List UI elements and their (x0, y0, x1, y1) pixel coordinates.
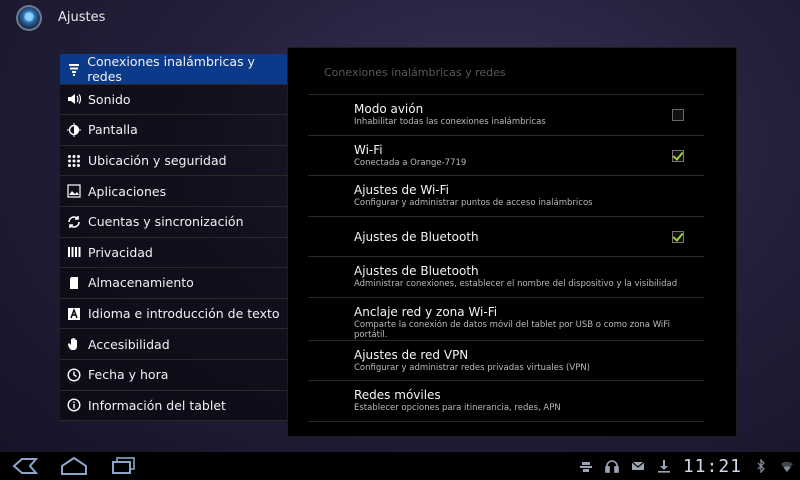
settings-app-icon[interactable] (16, 5, 42, 31)
page-title: Ajustes (58, 10, 106, 25)
sidebar-item-label: Información del tablet (88, 397, 226, 413)
sidebar-item-label: Accesibilidad (88, 336, 170, 352)
row-title: Modo avión (354, 102, 424, 116)
sidebar-item-date-time[interactable]: Fecha y hora (60, 359, 288, 391)
settings-detail-panel: Conexiones inalámbricas y redes Modo avi… (288, 48, 736, 436)
action-bar: Ajustes (0, 0, 800, 38)
list-item-airplane-mode[interactable]: Modo avión Inhabilitar todas las conexio… (308, 95, 704, 136)
sidebar-item-privacy[interactable]: Privacidad (60, 237, 288, 269)
row-title: Ajustes de Bluetooth (354, 229, 479, 244)
row-title: Redes móviles (354, 388, 441, 402)
panel-header: Conexiones inalámbricas y redes (324, 66, 506, 79)
row-subtitle: Comparte la conexión de datos móvil del … (354, 319, 670, 340)
speaker-icon (60, 92, 88, 106)
sidebar-item-storage[interactable]: Almacenamiento (60, 268, 288, 299)
sidebar-item-label: Fecha y hora (88, 367, 169, 383)
list-item-bluetooth[interactable]: Ajustes de Bluetooth (308, 217, 704, 257)
list-item-wifi-settings[interactable]: Ajustes de Wi-Fi Configurar y administra… (308, 176, 704, 217)
sidebar-item-accounts-sync[interactable]: Cuentas y sincronización (60, 206, 288, 238)
sidebar-item-accessibility[interactable]: Accesibilidad (60, 329, 288, 360)
sidebar-item-sound[interactable]: Sonido (60, 84, 288, 116)
sidebar-item-label: Cuentas y sincronización (88, 214, 244, 230)
row-title: Wi-Fi (354, 142, 383, 157)
sidebar-item-label: Idioma e introducción de texto (88, 306, 280, 322)
bluetooth-checkbox[interactable] (672, 230, 684, 243)
hand-icon (60, 337, 88, 351)
list-item-wifi[interactable]: Wi-Fi Conectada a Orange-7719 (308, 136, 704, 176)
list-item-mobile-networks[interactable]: Redes móviles Establecer opciones para i… (308, 381, 704, 422)
sidebar-item-applications[interactable]: Aplicaciones (60, 176, 288, 207)
wifi-signal-icon (780, 459, 794, 473)
sidebar-item-label: Sonido (88, 91, 131, 107)
sidebar-item-label: Ubicación y seguridad (88, 153, 227, 169)
download-icon (657, 459, 671, 473)
sidebar-item-label: Pantalla (88, 122, 138, 138)
list-item-bluetooth-settings[interactable]: Ajustes de Bluetooth Administrar conexio… (308, 257, 704, 298)
back-icon[interactable] (12, 456, 39, 480)
sidebar-item-label: Almacenamiento (88, 275, 194, 291)
settings-list: Modo avión Inhabilitar todas las conexio… (308, 94, 704, 422)
language-icon (60, 307, 88, 321)
row-subtitle: Administrar conexiones, establecer el no… (354, 279, 678, 289)
sidebar-item-wireless[interactable]: Conexiones inalámbricas y redes (60, 54, 288, 85)
brightness-icon (60, 122, 88, 137)
row-subtitle: Configurar y administrar puntos de acces… (354, 198, 593, 208)
sidebar-item-label: Conexiones inalámbricas y redes (87, 53, 255, 84)
list-item-tethering[interactable]: Anclaje red y zona Wi-Fi Comparte la con… (308, 298, 704, 341)
wireless-icon (60, 62, 87, 76)
apps-icon (60, 184, 88, 198)
status-area[interactable]: 11:21 (579, 454, 794, 478)
usb-debug-icon (579, 459, 593, 473)
privacy-icon (60, 245, 88, 259)
sidebar-item-display[interactable]: Pantalla (60, 115, 288, 146)
sidebar-item-label: Aplicaciones (88, 183, 167, 199)
settings-sidebar: Conexiones inalámbricas y redes Sonido P… (60, 54, 288, 422)
row-title: Ajustes de Bluetooth (354, 264, 479, 278)
email-icon (631, 459, 645, 473)
bluetooth-icon (754, 459, 768, 473)
row-subtitle: Inhabilitar todas las conexiones inalámb… (354, 117, 546, 127)
headset-icon (605, 459, 619, 473)
row-title: Anclaje red y zona Wi-Fi (354, 304, 498, 319)
info-icon (60, 398, 88, 412)
status-clock: 11:21 (682, 455, 742, 477)
row-subtitle: Configurar y administrar redes privadas … (354, 362, 590, 373)
row-subtitle: Establecer opciones para itinerancia, re… (354, 403, 561, 413)
row-title: Ajustes de red VPN (354, 347, 469, 362)
sidebar-item-about-tablet[interactable]: Información del tablet (60, 390, 288, 422)
row-title: Ajustes de Wi-Fi (354, 183, 449, 197)
clock-icon (60, 368, 88, 382)
recent-apps-icon[interactable] (110, 456, 138, 480)
system-bar: 11:21 (0, 452, 800, 480)
list-item-vpn-settings[interactable]: Ajustes de red VPN Configurar y administ… (308, 341, 704, 381)
sync-icon (60, 215, 88, 229)
row-subtitle: Conectada a Orange-7719 (354, 157, 467, 168)
grid-icon (60, 154, 88, 168)
sidebar-item-language-input[interactable]: Idioma e introducción de texto (60, 298, 288, 330)
wifi-checkbox[interactable] (672, 149, 684, 162)
sidebar-item-label: Privacidad (88, 244, 153, 260)
home-icon[interactable] (60, 456, 88, 480)
airplane-mode-checkbox[interactable] (672, 109, 684, 121)
storage-icon (60, 276, 88, 290)
sidebar-item-location-security[interactable]: Ubicación y seguridad (60, 145, 288, 177)
